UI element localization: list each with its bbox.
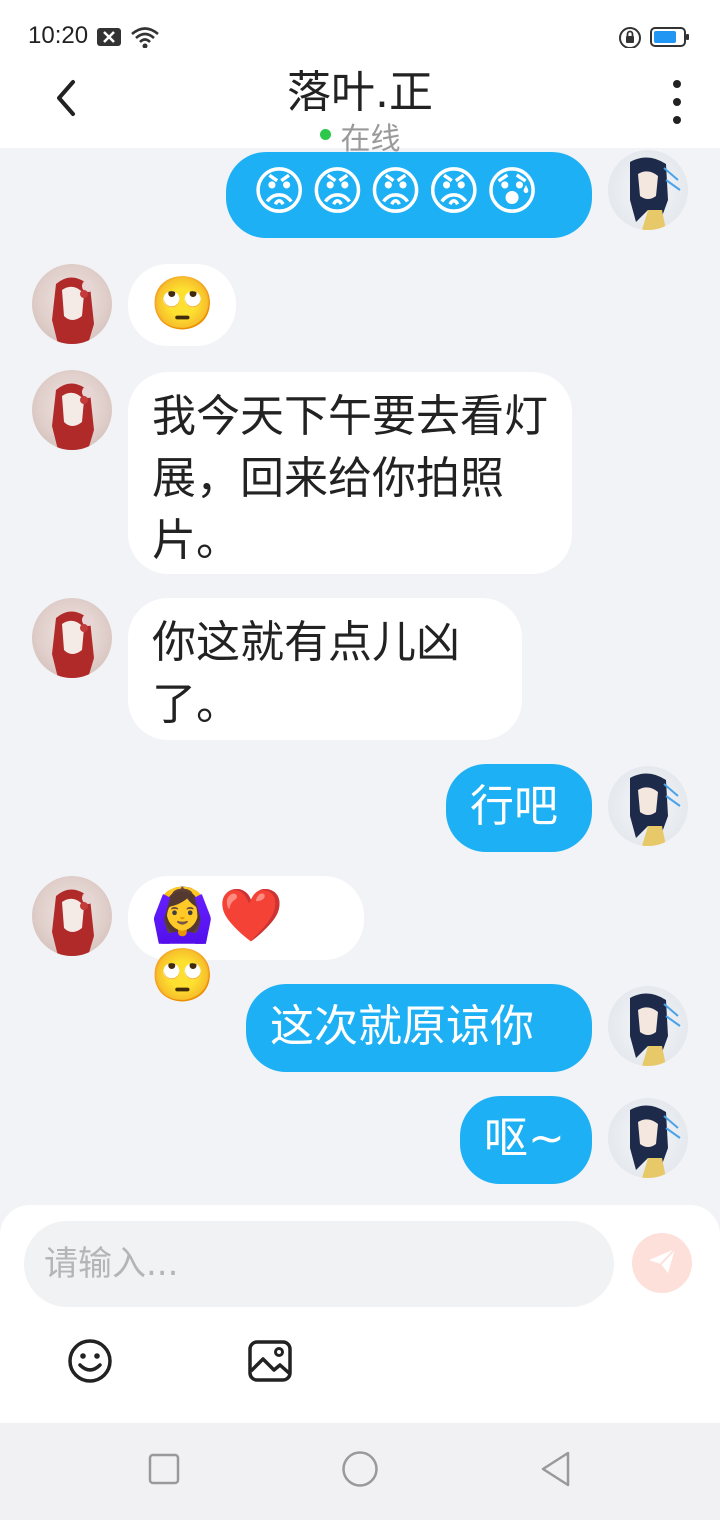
message-input-container[interactable] [24,1221,614,1307]
send-icon [646,1245,678,1281]
send-button[interactable] [632,1233,692,1293]
message-bubble-sent[interactable]: 😡😡😡😡😰 [226,152,592,238]
message-bubble-received[interactable]: 我今天下午要去看灯展，回来给你拍照片。 [128,372,572,574]
more-options-button[interactable] [662,80,692,124]
message-bubble-received[interactable]: 🙆‍♀️❤️🙄 [128,876,364,1006]
contact-name: 落叶.正 [287,67,433,118]
smiley-icon [66,1339,114,1389]
message-list[interactable]: 😡😡😡😡😰 🙄 我今天下午要去看灯展，回来给你拍照片。 你这就有点儿凶了。 行吧… [0,148,720,1208]
recents-square-icon [148,1453,180,1489]
message-bubble-sent[interactable]: 呕~ [460,1096,592,1184]
contact-avatar[interactable] [32,876,112,956]
my-avatar[interactable] [608,150,688,230]
my-avatar[interactable] [608,986,688,1066]
message-bubble-received[interactable]: 🙄 [128,264,236,346]
more-dot [673,80,681,88]
back-nav-button[interactable] [536,1451,576,1491]
online-dot-icon [319,129,331,140]
back-triangle-icon [538,1450,574,1492]
chat-header: 落叶.正 在线 [0,48,720,157]
status-time: 10:20 [28,22,89,49]
home-button[interactable] [340,1451,380,1491]
contact-avatar[interactable] [32,370,112,450]
message-bubble-sent[interactable]: 这次就原谅你 [246,984,592,1072]
home-circle-icon [341,1450,379,1492]
message-bubble-sent[interactable]: 行吧 [446,764,592,852]
system-nav-bar [0,1423,720,1520]
my-avatar[interactable] [608,1098,688,1178]
emoji-button[interactable] [66,1337,116,1387]
contact-avatar[interactable] [32,264,112,344]
more-dot [673,98,681,106]
image-button[interactable] [246,1337,296,1387]
contact-avatar[interactable] [32,598,112,678]
image-icon [246,1340,294,1389]
recents-button[interactable] [144,1451,184,1491]
message-input[interactable] [44,1244,584,1284]
my-avatar[interactable] [608,766,688,846]
more-dot [673,116,681,124]
composer [0,1205,720,1423]
message-bubble-received[interactable]: 你这就有点儿凶了。 [128,598,522,740]
